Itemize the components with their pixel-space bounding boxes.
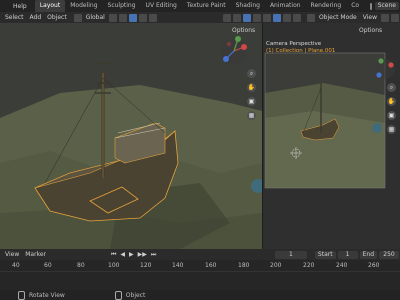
start-frame-label: Start [314, 250, 336, 259]
snap-icon-2[interactable] [391, 13, 399, 22]
camera-zoom-icon[interactable]: ⌕ [387, 83, 396, 92]
falloff-icon[interactable] [148, 13, 157, 22]
proportional-icon[interactable] [138, 13, 147, 22]
tick-260: 260 [368, 262, 380, 269]
camera-options-label[interactable]: Options [359, 27, 382, 34]
camera-toggle-icon[interactable]: ▣ [387, 111, 396, 120]
zoom-icon[interactable]: ⌕ [247, 69, 256, 78]
timeline-marker-menu[interactable]: Marker [22, 251, 49, 258]
3d-viewport[interactable]: Options ⌕ ✋ ▣ ▦ [0, 23, 262, 249]
tick-240: 240 [336, 262, 348, 269]
mouse-object-icon [114, 290, 122, 300]
tick-100: 100 [108, 262, 120, 269]
tick-40: 40 [12, 262, 20, 269]
play-icon[interactable]: ▶ [129, 251, 134, 258]
camera-viewport[interactable]: Camera Perspective (1) Collection | Plan… [263, 23, 400, 249]
next-key-icon[interactable]: ▶▶ [138, 251, 147, 258]
editor-type-icon[interactable] [306, 13, 315, 22]
visibility-icon[interactable] [222, 13, 231, 22]
shading-material-icon[interactable] [282, 13, 291, 22]
camera-mode-dropdown[interactable]: Object Mode [316, 14, 360, 21]
status-object-label: Object [125, 291, 146, 299]
snap-icon[interactable] [118, 13, 127, 22]
add-menu[interactable]: Add [27, 14, 45, 21]
gizmo-icon[interactable] [232, 13, 241, 22]
camera-title: Camera Perspective [266, 41, 322, 47]
tick-180: 180 [238, 262, 250, 269]
tab-sculpting[interactable]: Sculpting [103, 0, 141, 12]
object-menu[interactable]: Object [44, 14, 70, 21]
tick-220: 220 [303, 262, 315, 269]
camera-pan-hand-icon[interactable]: ✋ [387, 97, 396, 106]
status-rotate-label: Rotate View [29, 291, 65, 299]
viewport-header: Select Add Object Global Object Mode Vie… [0, 12, 400, 23]
timeline-header: View Marker ⏮ ◀ ▶ ▶▶ ⏭ 1 Start 1 End 250 [0, 249, 400, 260]
transform-orientation-icon[interactable] [73, 13, 82, 22]
tick-60: 60 [44, 262, 52, 269]
xray-icon[interactable] [252, 13, 261, 22]
timeline-ruler[interactable]: 40 60 80 100 120 140 160 180 200 220 240… [0, 260, 400, 290]
tick-140: 140 [172, 262, 184, 269]
prev-key-icon[interactable]: ◀ [120, 251, 125, 258]
jump-start-icon[interactable]: ⏮ [111, 251, 116, 259]
end-frame-label: End [359, 250, 377, 259]
shading-render-icon[interactable] [292, 13, 301, 22]
tick-200: 200 [270, 262, 282, 269]
scene-selector[interactable]: Scene [374, 2, 399, 10]
shading-solid-icon[interactable] [272, 13, 281, 22]
tab-rendering[interactable]: Rendering [306, 0, 347, 12]
camera-scene: Camera Perspective (1) Collection | Plan… [263, 23, 400, 249]
viewport-scene: Options [0, 23, 262, 249]
grid-view-icon[interactable]: ▦ [247, 111, 256, 120]
start-frame-value[interactable]: 1 [337, 250, 358, 259]
tab-layout[interactable]: Layout [34, 0, 66, 12]
camera-view-menu[interactable]: View [360, 14, 380, 21]
camera-view-icon[interactable]: ▣ [247, 97, 256, 106]
scene-icon[interactable] [370, 2, 372, 10]
tab-texture-paint[interactable]: Texture Paint [182, 0, 231, 12]
overlay-icon[interactable] [242, 13, 251, 22]
tick-160: 160 [205, 262, 217, 269]
status-bar: Rotate View Object [0, 290, 400, 300]
mouse-rotate-icon [18, 290, 25, 300]
snap-toggle-icon[interactable] [128, 13, 137, 22]
select-menu[interactable]: Select [2, 14, 27, 21]
camera-subtitle: (1) Collection | Plane.001 [266, 48, 335, 54]
pan-hand-icon[interactable]: ✋ [247, 83, 256, 92]
tick-80: 80 [77, 262, 85, 269]
tab-modeling[interactable]: Modeling [65, 0, 102, 12]
viewport-options-label[interactable]: Options [232, 27, 255, 34]
camera-grid-icon[interactable]: ▦ [387, 125, 396, 134]
shading-wire-icon[interactable] [262, 13, 271, 22]
tab-compositing[interactable]: Co [346, 0, 364, 12]
menu-help[interactable]: Help [10, 3, 30, 10]
current-frame-field[interactable]: 1 [274, 250, 307, 259]
tab-animation[interactable]: Animation [265, 0, 306, 12]
timeline-divider [0, 271, 400, 272]
top-menu-bar: Help Layout Modeling Sculpting UV Editin… [0, 0, 400, 12]
transform-icon[interactable] [381, 13, 389, 22]
tab-uv-editing[interactable]: UV Editing [141, 0, 182, 12]
jump-end-icon[interactable]: ⏭ [151, 251, 156, 259]
transform-orientation-dropdown[interactable]: Global [83, 14, 108, 21]
end-frame-value[interactable]: 250 [379, 250, 399, 259]
tab-shading[interactable]: Shading [231, 0, 265, 12]
tick-120: 120 [140, 262, 152, 269]
pivot-icon[interactable] [108, 13, 117, 22]
timeline-view-menu[interactable]: View [2, 251, 22, 258]
